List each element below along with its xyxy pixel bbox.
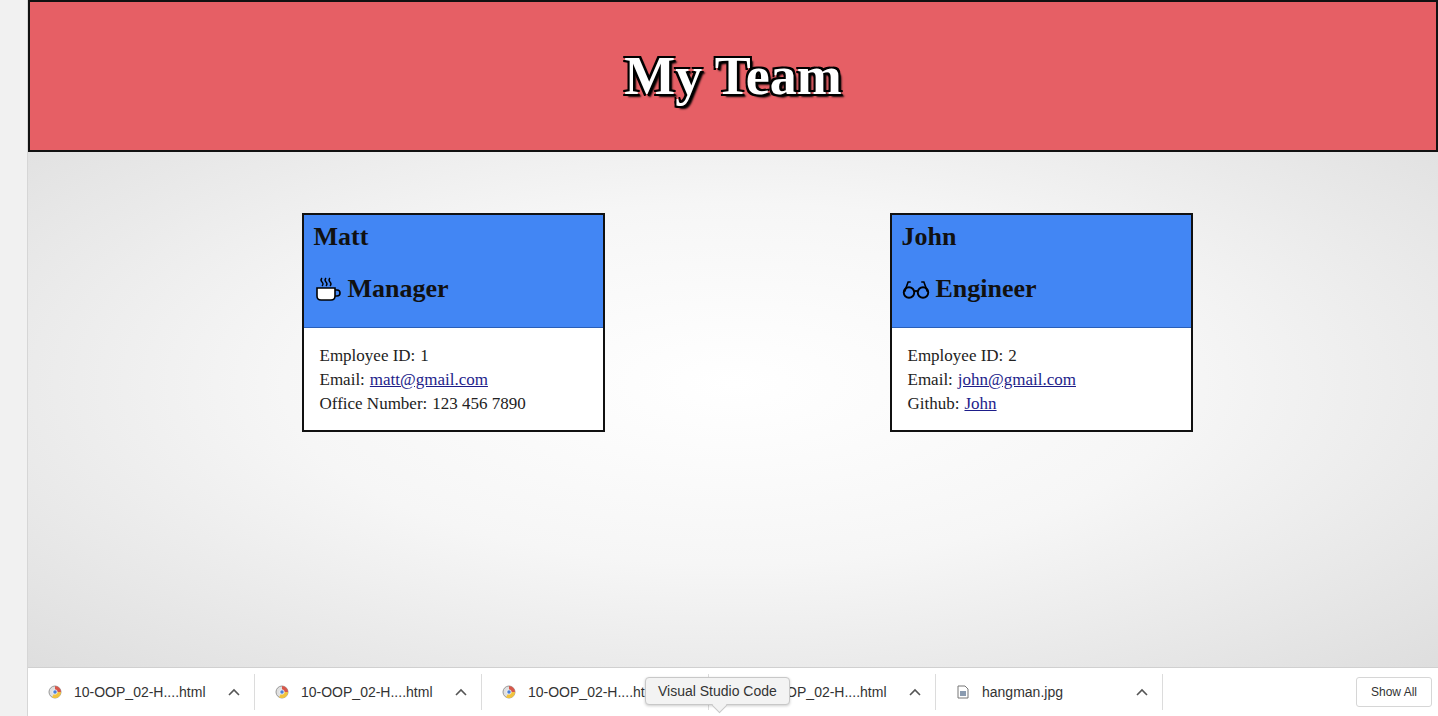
download-item[interactable]: hangman.jpg (936, 674, 1163, 710)
download-item[interactable]: 10-OOP_02-H....html (28, 674, 255, 710)
html-file-icon (502, 685, 516, 699)
tooltip-arrow (712, 698, 728, 714)
role-label: Engineer (936, 273, 1037, 305)
show-all-button[interactable]: Show All (1356, 677, 1432, 707)
chevron-up-icon[interactable] (1136, 688, 1148, 696)
employee-field: Email:john@gmail.com (908, 368, 1175, 392)
page-title: My Team (624, 45, 842, 107)
field-label: Employee ID: (908, 344, 1004, 368)
field-link[interactable]: John (964, 392, 996, 416)
download-name: 10-OOP_02-H....html (528, 684, 660, 700)
download-name: 10-OOP_02-H....html (74, 684, 206, 700)
html-file-icon (275, 685, 289, 699)
employee-role: Manager (314, 273, 593, 305)
downloads-bar: 10-OOP_02-H....html 10-OOP_02-H....html 10… (28, 667, 1438, 716)
field-label: Email: (320, 368, 365, 392)
field-link[interactable]: matt@gmail.com (370, 368, 488, 392)
chevron-up-icon[interactable] (228, 688, 240, 696)
card-header: John Engineer (892, 215, 1191, 328)
chevron-up-icon[interactable] (909, 688, 921, 696)
image-file-icon (956, 685, 970, 699)
employee-field: Employee ID:2 (908, 344, 1175, 368)
employee-field: Github:John (908, 392, 1175, 416)
field-value: 1 (420, 344, 429, 368)
employee-name: Matt (314, 221, 593, 253)
download-name: 10-OOP_02-H....html (301, 684, 433, 700)
employee-field: Employee ID:1 (320, 344, 587, 368)
card-body: Employee ID:2Email:john@gmail.comGithub:… (892, 328, 1191, 430)
download-item[interactable]: 10-OOP_02-H....html (255, 674, 482, 710)
field-link[interactable]: john@gmail.com (958, 368, 1076, 392)
tooltip: Visual Studio Code (645, 677, 790, 705)
window-edge (0, 0, 28, 716)
browser-window: My TeamMattManagerEmployee ID:1Email:mat… (0, 0, 1438, 716)
field-value: 2 (1008, 344, 1017, 368)
download-name: hangman.jpg (982, 684, 1063, 700)
field-label: Email: (908, 368, 953, 392)
card-body: Employee ID:1Email:matt@gmail.comOffice … (304, 328, 603, 430)
employee-field: Email:matt@gmail.com (320, 368, 587, 392)
employee-role: Engineer (902, 273, 1181, 305)
team-cards: MattManagerEmployee ID:1Email:matt@gmail… (28, 213, 1438, 432)
chevron-up-icon[interactable] (455, 688, 467, 696)
employee-name: John (902, 221, 1181, 253)
field-label: Office Number: (320, 392, 428, 416)
role-label: Manager (348, 273, 449, 305)
background-photo: MattManagerEmployee ID:1Email:matt@gmail… (28, 152, 1438, 667)
employee-card: MattManagerEmployee ID:1Email:matt@gmail… (302, 213, 605, 432)
page: My TeamMattManagerEmployee ID:1Email:mat… (28, 0, 1438, 716)
html-file-icon (48, 685, 62, 699)
coffee-mug-icon (314, 277, 342, 301)
field-label: Employee ID: (320, 344, 416, 368)
glasses-icon (902, 277, 930, 301)
employee-card: JohnEngineerEmployee ID:2Email:john@gmai… (890, 213, 1193, 432)
field-value: 123 456 7890 (432, 392, 526, 416)
field-label: Github: (908, 392, 960, 416)
page-header: My Team (28, 0, 1438, 152)
card-header: Matt Manager (304, 215, 603, 328)
employee-field: Office Number:123 456 7890 (320, 392, 587, 416)
